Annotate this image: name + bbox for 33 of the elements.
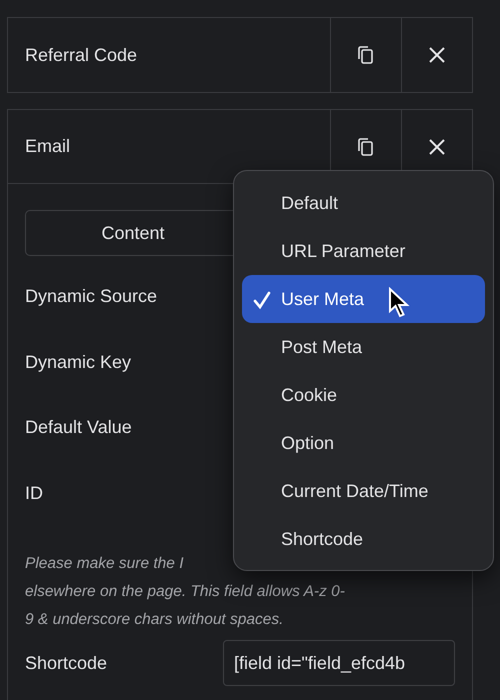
menu-item[interactable]: Shortcode — [242, 515, 485, 563]
help-text-line: 9 & underscore chars without spaces. — [25, 610, 284, 630]
close-icon — [428, 138, 446, 156]
menu-item-label: Cookie — [281, 384, 338, 406]
setting-label: Default Value — [25, 416, 132, 440]
menu-item-label: Current Date/Time — [281, 480, 428, 502]
field-title[interactable]: Email — [25, 133, 70, 160]
menu-item[interactable]: Option — [242, 419, 485, 467]
cursor-icon — [388, 287, 410, 319]
menu-item-label: Default — [281, 192, 338, 214]
menu-item[interactable]: Default — [242, 179, 485, 227]
setting-label: Dynamic Source — [25, 285, 158, 308]
setting-label: Shortcode — [25, 652, 108, 674]
menu-item-label: User Meta — [281, 288, 364, 310]
menu-item-label: URL Parameter — [281, 240, 406, 262]
setting-label: Dynamic Key — [25, 350, 132, 374]
menu-item[interactable]: Current Date/Time — [242, 467, 485, 515]
menu-item[interactable]: Post Meta — [242, 323, 485, 371]
shortcode-field[interactable]: [field id="field_efcd4b — [223, 640, 455, 686]
setting-label: ID — [25, 482, 43, 505]
menu-item-label: Post Meta — [281, 336, 362, 358]
menu-item[interactable]: URL Parameter — [242, 227, 485, 275]
copy-icon — [356, 136, 376, 158]
check-icon — [252, 290, 272, 310]
help-text-line: Please make sure the I — [25, 554, 184, 574]
menu-item[interactable]: Cookie — [242, 371, 485, 419]
menu-item[interactable]: User Meta — [242, 275, 485, 323]
copy-icon — [356, 44, 376, 66]
field-title[interactable]: Referral Code — [25, 42, 138, 68]
close-icon — [428, 46, 446, 64]
menu-item-label: Option — [281, 432, 334, 455]
help-text-line: elsewhere on the page. This field allows A-z 0- — [25, 582, 345, 602]
menu-item-label: Shortcode — [281, 528, 364, 550]
